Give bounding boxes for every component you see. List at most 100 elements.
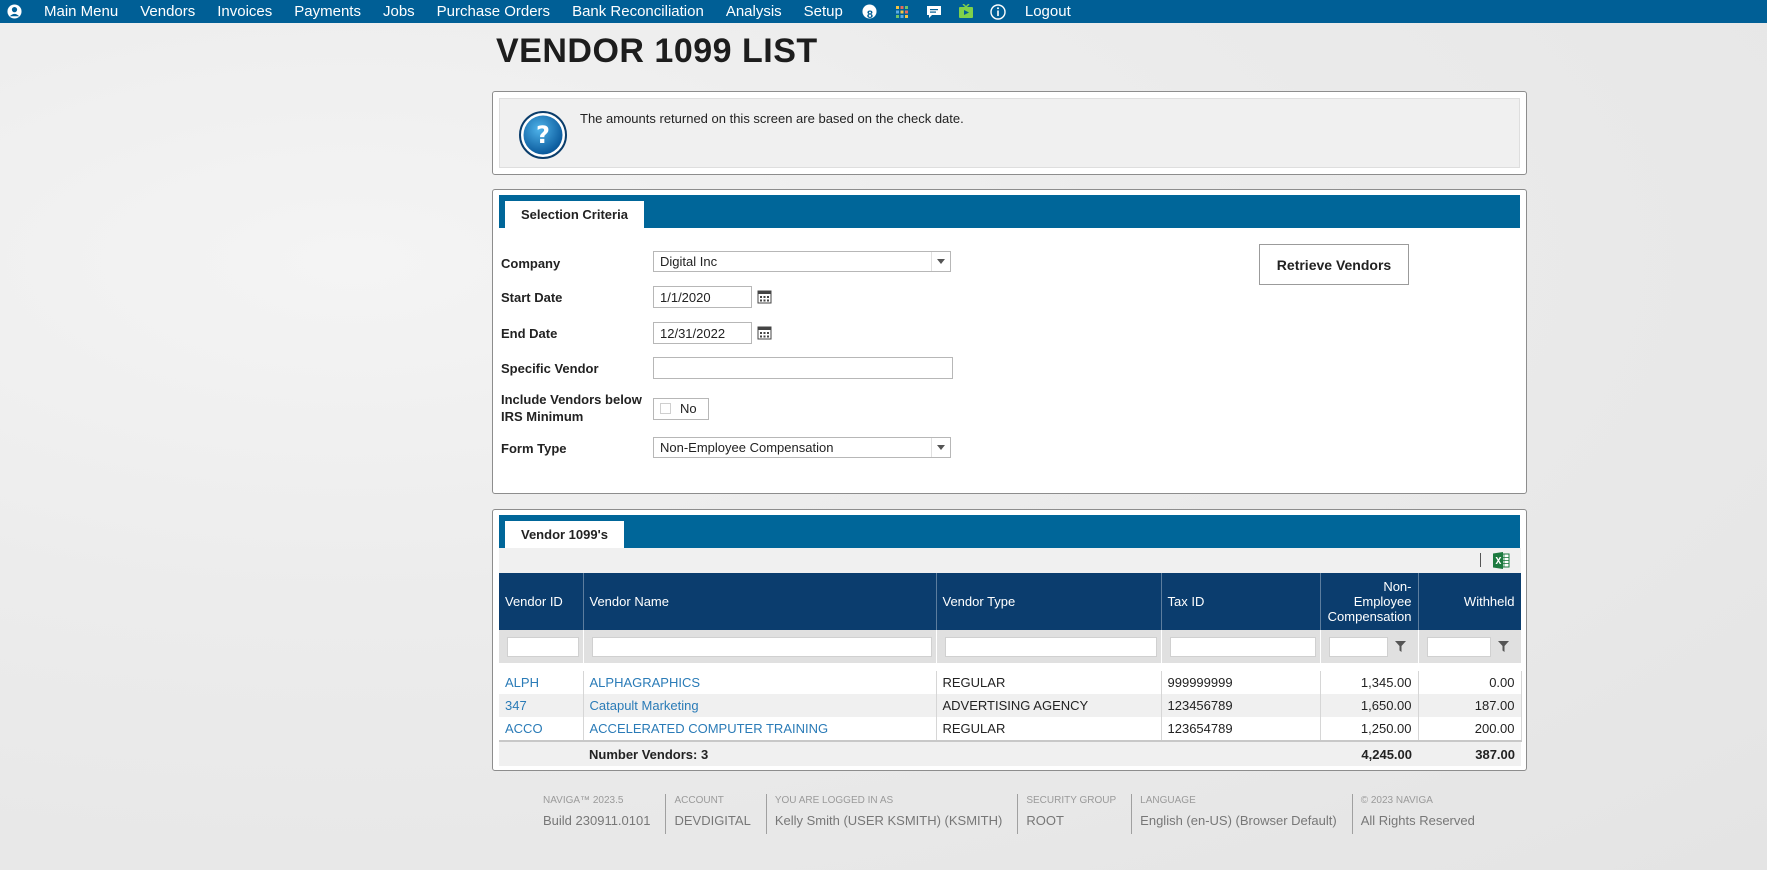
vendor-id-link[interactable]: ALPH [505,675,539,690]
form-type-value: Non-Employee Compensation [660,440,834,455]
selection-criteria-panel: Selection Criteria Company Digital Inc S… [492,189,1527,494]
chevron-down-icon[interactable] [931,438,950,457]
include-vendors-label-line2: IRS Minimum [501,409,584,424]
excel-export-icon[interactable] [1493,552,1510,574]
specific-vendor-input[interactable] [653,357,953,379]
cell-vendor-type: REGULAR [936,671,1162,694]
totals-row: Number Vendors: 3 4,245.00 387.00 [499,740,1521,766]
filter-vendor-id[interactable] [507,636,579,657]
col-header-vendor-id[interactable]: Vendor ID [499,573,584,630]
chat-icon[interactable] [923,5,945,19]
filter-cell [583,630,937,663]
table-row[interactable]: ALPH ALPHAGRAPHICS REGULAR 999999999 1,3… [499,671,1522,694]
col-header-tax-id[interactable]: Tax ID [1161,573,1321,630]
footer-caption: NAVIGA™ 2023.5 [543,795,624,806]
tab-vendor-1099s[interactable]: Vendor 1099's [505,521,624,548]
col-header-comp-line3: Compensation [1327,609,1412,624]
start-date-label: Start Date [501,290,563,305]
top-nav: Main Menu Vendors Invoices Payments Jobs… [0,0,1767,23]
calendar-icon[interactable] [757,289,772,309]
nav-bank-reconciliation[interactable]: Bank Reconciliation [561,0,715,23]
badge-icon[interactable]: 8 [859,4,881,21]
nav-purchase-orders[interactable]: Purchase Orders [426,0,561,23]
user-icon[interactable] [3,4,25,19]
badge-count: 8 [866,9,873,21]
totals-empty-cell [499,740,583,766]
nav-logout[interactable]: Logout [1014,0,1082,23]
footer-value: Kelly Smith (USER KSMITH) (KSMITH) [774,813,1003,828]
end-date-input[interactable]: 12/31/2022 [653,322,752,344]
filter-funnel-icon[interactable] [1388,637,1414,657]
table-row[interactable]: ACCO ACCELERATED COMPUTER TRAINING REGUL… [499,717,1522,741]
grid-spacer-cell [499,663,1521,671]
nav-invoices[interactable]: Invoices [206,0,283,23]
cell-tax-id: 123654789 [1161,717,1321,741]
filter-vendor-name[interactable] [591,636,932,657]
company-label: Company [501,256,561,271]
checkbox-icon[interactable] [660,403,671,414]
nav-payments[interactable]: Payments [283,0,372,23]
vendor-name-link[interactable]: ALPHAGRAPHICS [590,675,701,690]
tab-selection-criteria[interactable]: Selection Criteria [505,201,644,228]
footer-caption: SECURITY GROUP [1026,795,1117,806]
footer-value: English (en-US) (Browser Default) [1140,813,1337,828]
form-type-label: Form Type [501,441,567,456]
include-vendors-label-line1: Include Vendors below [501,392,642,407]
apps-grid-icon[interactable] [891,5,913,19]
footer-caption: LANGUAGE [1140,795,1196,806]
filter-tax-id[interactable] [1169,636,1316,657]
filter-comp[interactable] [1328,636,1388,657]
selection-tabbar: Selection Criteria [499,195,1520,228]
vendors-tabbar: Vendor 1099's [499,515,1520,548]
end-date-label: End Date [501,326,558,341]
nav-analysis[interactable]: Analysis [715,0,793,23]
cell-comp: 1,650.00 [1320,694,1419,717]
vendor-name-link[interactable]: ACCELERATED COMPUTER TRAINING [590,721,829,736]
vendor-id-link[interactable]: ACCO [505,721,543,736]
footer-value: Build 230911.0101 [543,813,651,828]
filter-cell [1418,630,1522,663]
filter-cell [499,630,584,663]
nav-main-menu[interactable]: Main Menu [33,0,129,23]
video-icon[interactable] [955,4,977,19]
footer-security-group: SECURITY GROUP ROOT [1018,794,1133,834]
footer-copyright: © 2023 NAVIGA All Rights Reserved [1353,794,1490,834]
specific-vendor-label: Specific Vendor [501,361,599,376]
col-header-non-employee-comp[interactable]: Non- Employee Compensation [1320,573,1419,630]
company-select[interactable]: Digital Inc [653,251,951,272]
footer-caption: ACCOUNT [674,795,724,806]
retrieve-vendors-button[interactable]: Retrieve Vendors [1259,244,1409,285]
cell-withheld: 187.00 [1418,694,1522,717]
footer-caption: © 2023 NAVIGA [1360,795,1433,806]
footer-version: NAVIGA™ 2023.5 Build 230911.0101 [534,794,667,834]
nav-setup[interactable]: Setup [793,0,854,23]
form-type-select[interactable]: Non-Employee Compensation [653,437,951,458]
include-vendors-toggle[interactable]: No [653,398,709,420]
nav-vendors[interactable]: Vendors [129,0,206,23]
cell-vendor-id: ACCO [499,717,584,741]
table-row[interactable]: 347 Catapult Marketing ADVERTISING AGENC… [499,694,1522,717]
footer-value: All Rights Reserved [1360,813,1475,828]
filter-vendor-type[interactable] [944,636,1157,657]
nav-jobs[interactable]: Jobs [372,0,426,23]
start-date-input[interactable]: 1/1/2020 [653,286,752,308]
toolbar-divider [1480,553,1481,567]
chevron-down-icon[interactable] [931,252,950,271]
cell-withheld: 200.00 [1418,717,1522,741]
col-header-vendor-type[interactable]: Vendor Type [936,573,1162,630]
filter-withheld[interactable] [1426,636,1491,657]
info-icon[interactable] [987,3,1009,20]
cell-vendor-name: Catapult Marketing [583,694,937,717]
vendor-id-link[interactable]: 347 [505,698,527,713]
filter-funnel-icon[interactable] [1491,637,1517,657]
totals-withheld: 387.00 [1418,740,1521,766]
vendor-grid: Vendor ID Vendor Name Vendor Type Tax ID… [499,573,1522,766]
col-header-comp-line1: Non- [1383,579,1412,594]
footer: NAVIGA™ 2023.5 Build 230911.0101 ACCOUNT… [534,794,1490,834]
calendar-icon[interactable] [757,325,772,345]
cell-vendor-type: ADVERTISING AGENCY [936,694,1162,717]
cell-withheld: 0.00 [1418,671,1522,694]
col-header-vendor-name[interactable]: Vendor Name [583,573,937,630]
col-header-withheld[interactable]: Withheld [1418,573,1522,630]
vendor-name-link[interactable]: Catapult Marketing [590,698,699,713]
